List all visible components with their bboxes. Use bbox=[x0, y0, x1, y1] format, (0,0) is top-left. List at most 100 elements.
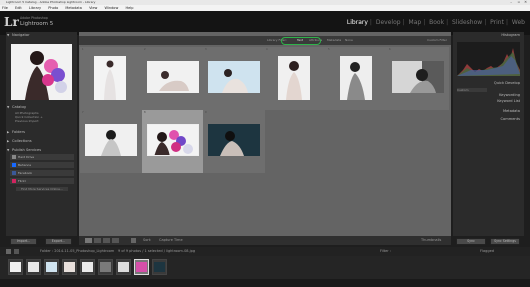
filter-tab-metadata[interactable]: Metadata bbox=[327, 36, 341, 45]
filmstrip bbox=[0, 256, 530, 279]
module-slideshow[interactable]: Slideshow bbox=[452, 19, 482, 26]
filmstrip-thumb[interactable] bbox=[152, 259, 167, 275]
grid-icon[interactable] bbox=[14, 249, 19, 254]
cell-index: 3 bbox=[205, 48, 207, 51]
lightroom-window: Lightroom 5 Catalog - Adobe Photoshop Li… bbox=[0, 0, 530, 287]
histogram-graph bbox=[457, 48, 520, 76]
filmstrip-thumb[interactable] bbox=[98, 259, 113, 275]
filmstrip-thumb[interactable] bbox=[26, 259, 41, 275]
photo-thumbnail bbox=[147, 124, 199, 156]
module-book[interactable]: Book bbox=[429, 19, 444, 26]
module-map[interactable]: Map bbox=[409, 19, 422, 26]
photo-thumbnail bbox=[85, 124, 137, 156]
folder-info[interactable]: Folder : 2014-11-05_Photoshop_Lightroom bbox=[40, 247, 114, 256]
find-more-services-link[interactable]: Find More Services Online... bbox=[16, 187, 68, 191]
filmstrip-thumb[interactable] bbox=[44, 259, 59, 275]
survey-view-icon[interactable] bbox=[112, 238, 119, 243]
product-subtitle: Adobe Photoshop bbox=[20, 16, 48, 20]
comments-header[interactable]: Comments bbox=[453, 116, 524, 122]
flag-filter-dropdown[interactable]: Flagged bbox=[480, 247, 494, 256]
metadata-label: Metadata bbox=[502, 109, 520, 113]
folders-header[interactable]: ▶ Folders bbox=[6, 129, 77, 135]
collapse-triangle-icon: ▼ bbox=[7, 148, 10, 152]
filmstrip-thumb[interactable] bbox=[8, 259, 23, 275]
module-library[interactable]: Library bbox=[347, 19, 368, 26]
module-web[interactable]: Web bbox=[512, 19, 525, 26]
menu-window[interactable]: Window bbox=[105, 6, 119, 10]
flickr-icon bbox=[12, 179, 16, 183]
catalog-label: Catalog bbox=[12, 105, 26, 109]
grid-cell-selected[interactable]: 8 bbox=[142, 110, 204, 173]
menu-metadata[interactable]: Metadata bbox=[65, 6, 82, 10]
photo-thumbnail bbox=[340, 56, 372, 100]
export-button[interactable]: Export... bbox=[45, 238, 72, 245]
filmstrip-thumb[interactable] bbox=[62, 259, 77, 275]
cell-index: 1 bbox=[82, 48, 84, 51]
grid-cell[interactable]: 4 bbox=[264, 47, 326, 110]
sort-label: Sort: bbox=[143, 238, 152, 242]
module-develop[interactable]: Develop bbox=[376, 19, 401, 26]
navigator-preview[interactable] bbox=[11, 44, 72, 100]
menu-file[interactable]: File bbox=[2, 6, 8, 10]
hard-drive-icon bbox=[12, 155, 16, 159]
sync-button[interactable]: Sync bbox=[456, 238, 486, 245]
loupe-view-icon[interactable] bbox=[94, 238, 101, 243]
publish-services-header[interactable]: ▼ Publish Services bbox=[6, 147, 77, 153]
menu-view[interactable]: View bbox=[89, 6, 97, 10]
collections-header[interactable]: ▶ Collections bbox=[6, 138, 77, 144]
painter-icon[interactable] bbox=[131, 238, 136, 243]
grid-cell[interactable]: 2 bbox=[142, 47, 204, 110]
quick-develop-header[interactable]: Quick Develop bbox=[453, 80, 524, 86]
right-panel: Histogram Quick Develop Custom Keywordin… bbox=[453, 32, 524, 236]
custom-filter-dropdown[interactable]: Custom Filter bbox=[427, 36, 447, 45]
grid-cell[interactable]: 6 bbox=[387, 47, 449, 110]
menu-edit[interactable]: Edit bbox=[15, 6, 22, 10]
filmstrip-header: Folder : 2014-11-05_Photoshop_Lightroom … bbox=[0, 247, 530, 256]
keyword-list-header[interactable]: Keyword List bbox=[453, 98, 524, 104]
compare-view-icon[interactable] bbox=[103, 238, 110, 243]
grid-toolbar: Sort: Capture Time Thumbnails bbox=[79, 236, 451, 245]
keywording-label: Keywording bbox=[499, 93, 520, 97]
menu-library[interactable]: Library bbox=[29, 6, 41, 10]
filmstrip-thumb-selected[interactable] bbox=[134, 259, 149, 275]
collections-label: Collections bbox=[12, 139, 32, 143]
photo-thumbnail bbox=[208, 124, 260, 156]
service-behance[interactable]: Behance bbox=[10, 162, 74, 168]
service-hard-drive[interactable]: Hard Drive bbox=[10, 154, 74, 160]
module-print[interactable]: Print bbox=[490, 19, 504, 26]
grid-cell[interactable]: 1 bbox=[80, 47, 142, 110]
publish-services-label: Publish Services bbox=[12, 148, 42, 152]
filmstrip-thumb[interactable] bbox=[116, 259, 131, 275]
menu-photo[interactable]: Photo bbox=[48, 6, 58, 10]
expand-triangle-icon: ▶ bbox=[7, 130, 10, 134]
service-facebook[interactable]: Facebook bbox=[10, 170, 74, 176]
facebook-icon bbox=[12, 171, 16, 175]
grid-view-icon[interactable] bbox=[85, 238, 92, 243]
grid-cell[interactable]: 7 bbox=[80, 110, 142, 173]
service-flickr[interactable]: Flickr bbox=[10, 178, 74, 184]
collapse-triangle-icon: ▼ bbox=[7, 33, 10, 37]
photo-woman-dark-bw bbox=[392, 61, 444, 93]
expand-triangle-icon: ▶ bbox=[7, 139, 10, 143]
grid-cell[interactable]: 3 bbox=[203, 47, 265, 110]
filter-tab-none[interactable]: None bbox=[345, 36, 353, 45]
sync-settings-button[interactable]: Sync Settings bbox=[490, 238, 520, 245]
catalog-previous-import[interactable]: Previous Import bbox=[15, 119, 73, 123]
folders-label: Folders bbox=[12, 130, 25, 134]
import-button[interactable]: Import... bbox=[10, 238, 37, 245]
window-title: Lightroom 5 Catalog - Adobe Photoshop Li… bbox=[6, 0, 96, 4]
catalog-header[interactable]: ▼ Catalog bbox=[6, 104, 77, 110]
comments-label: Comments bbox=[500, 117, 520, 121]
grid-cell[interactable]: 5 bbox=[326, 47, 388, 110]
grid-cell[interactable]: 9 bbox=[203, 110, 265, 173]
sort-dropdown[interactable]: Capture Time bbox=[159, 236, 183, 245]
photo-woman-bw bbox=[340, 56, 372, 100]
photo-woman-teal bbox=[208, 124, 260, 156]
collapse-triangle-icon: ▼ bbox=[7, 105, 10, 109]
metadata-header[interactable]: Metadata bbox=[453, 108, 524, 114]
filmstrip-thumb[interactable] bbox=[80, 259, 95, 275]
menu-help[interactable]: Help bbox=[125, 6, 133, 10]
navigator-header[interactable]: ▼ Navigator bbox=[6, 32, 77, 38]
secondary-display-icon[interactable] bbox=[6, 249, 11, 254]
histogram-header[interactable]: Histogram bbox=[453, 32, 524, 38]
